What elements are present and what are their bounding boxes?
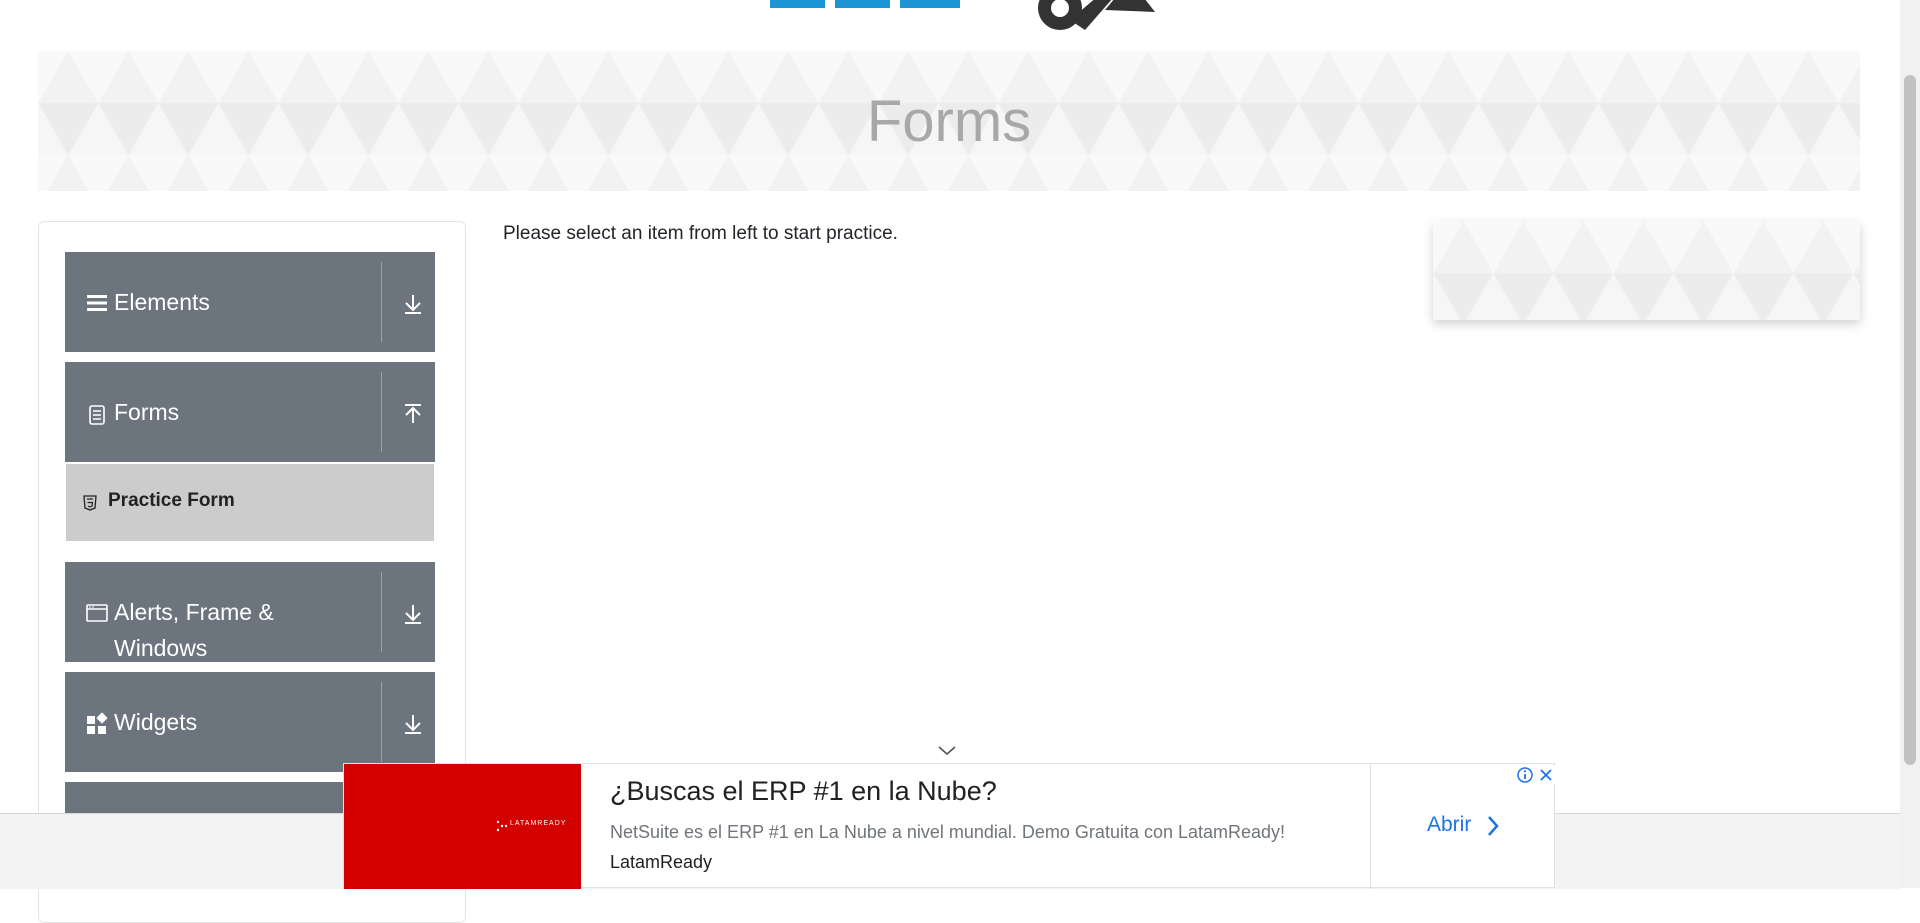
close-icon[interactable] xyxy=(1537,766,1555,784)
main-message: Please select an item from left to start… xyxy=(503,223,898,244)
chevron-down-icon[interactable] xyxy=(401,712,425,736)
html5-icon xyxy=(83,495,97,511)
chevron-right-icon[interactable] xyxy=(1486,815,1500,837)
site-logo[interactable] xyxy=(0,0,1900,40)
sidebar-group-alerts[interactable]: Alerts, Frame & Windows xyxy=(65,562,435,662)
ad-cta-button[interactable]: Abrir xyxy=(1427,813,1471,837)
divider xyxy=(381,572,382,652)
sidebar-group-forms[interactable]: Forms xyxy=(65,362,435,462)
window-icon xyxy=(86,604,108,622)
sidebar-item-practice-form[interactable]: Practice Form xyxy=(66,464,434,541)
sidebar-group-label: Widgets xyxy=(114,709,198,735)
ad-banner[interactable]: LATAMREADY ¿Buscas el ERP #1 en la Nube?… xyxy=(343,763,1555,889)
ad-divider xyxy=(1370,764,1371,889)
page-title: Forms xyxy=(866,88,1032,154)
right-banner xyxy=(1433,221,1860,320)
document-icon xyxy=(89,405,105,425)
chevron-down-icon[interactable] xyxy=(401,292,425,316)
scrollbar-thumb[interactable] xyxy=(1904,75,1916,765)
info-icon[interactable] xyxy=(1516,766,1534,784)
sidebar-group-widgets[interactable]: Widgets xyxy=(65,672,435,772)
divider xyxy=(381,372,382,452)
chevron-down-icon[interactable] xyxy=(401,602,425,626)
chevron-down-icon[interactable] xyxy=(937,744,957,758)
sidebar-group-label: Elements xyxy=(114,289,210,315)
widgets-icon xyxy=(87,712,108,734)
sidebar-group-label: Alerts, Frame & xyxy=(114,599,274,625)
ad-headline[interactable]: ¿Buscas el ERP #1 en la Nube? xyxy=(610,776,997,807)
divider xyxy=(381,682,382,762)
ad-brand-mark-icon xyxy=(496,820,508,832)
sidebar-item-label: Practice Form xyxy=(108,490,235,511)
chevron-up-icon[interactable] xyxy=(401,402,425,426)
sidebar-group-label: Forms xyxy=(114,399,180,425)
hamburger-icon xyxy=(87,295,107,311)
ad-advertiser: LatamReady xyxy=(610,852,713,872)
ad-logo-text: LATAMREADY xyxy=(510,820,567,827)
page-banner: Forms xyxy=(38,51,1860,191)
sidebar-group-label-line2: Windows xyxy=(114,635,208,661)
ad-logo[interactable]: LATAMREADY xyxy=(344,764,581,889)
scrollbar[interactable] xyxy=(1900,0,1920,888)
ad-description: NetSuite es el ERP #1 en La Nube a nivel… xyxy=(610,822,1286,842)
sidebar-group-elements[interactable]: Elements xyxy=(65,252,435,352)
divider xyxy=(381,262,382,342)
